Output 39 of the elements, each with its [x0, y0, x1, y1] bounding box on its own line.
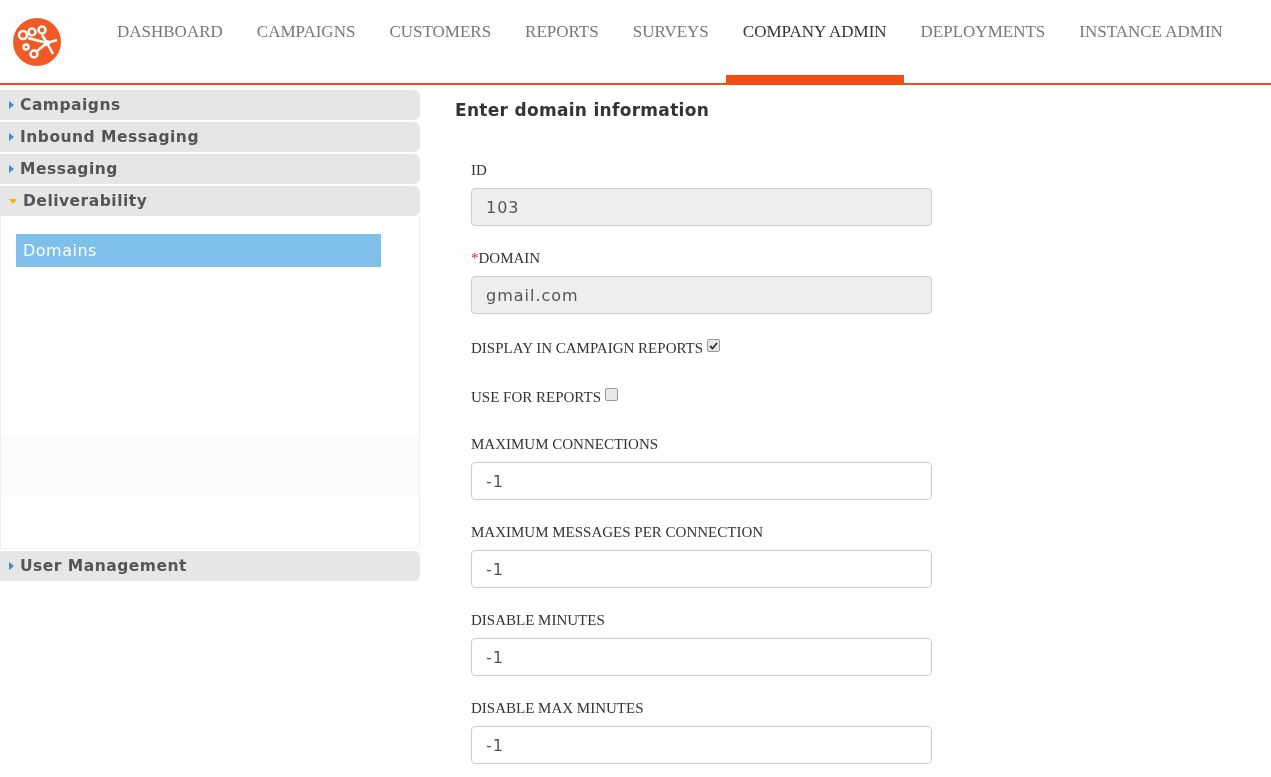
nav-tab[interactable]: CAMPAIGNS: [239, 0, 373, 83]
nav-tab[interactable]: DEPLOYMENTS: [903, 0, 1063, 83]
checkbox[interactable]: [707, 339, 721, 352]
field-label: DISABLE MINUTES: [471, 612, 606, 629]
field-label: MAXIMUM MESSAGES PER CONNECTION: [471, 524, 765, 541]
sidebar-section-header[interactable]: Messaging: [0, 154, 420, 184]
caret-down-icon: [9, 198, 17, 204]
input-field[interactable]: -1: [471, 462, 932, 500]
checkbox-label: USE FOR REPORTS: [471, 389, 601, 406]
input-field[interactable]: -1: [471, 550, 932, 588]
nav-tab[interactable]: CUSTOMERS: [372, 0, 509, 83]
caret-right-icon: [9, 101, 14, 109]
caret-right-icon: [9, 133, 14, 141]
field-label: *DOMAIN: [471, 250, 542, 267]
sidebar-section-header[interactable]: User Management: [0, 551, 420, 581]
checkbox-label: DISPLAY IN CAMPAIGN REPORTS: [471, 340, 704, 357]
checkbox[interactable]: [604, 388, 618, 401]
sidebar-section-header[interactable]: Deliverability: [0, 186, 420, 216]
input-field[interactable]: -1: [471, 726, 932, 764]
nav-tab[interactable]: SURVEYS: [615, 0, 726, 83]
field-label: MAXIMUM CONNECTIONS: [471, 436, 660, 453]
caret-right-icon: [9, 562, 14, 570]
section-title: Deliverability: [23, 192, 148, 210]
form-title: Enter domain information: [455, 100, 711, 120]
sidebar-section-header[interactable]: Inbound Messaging: [0, 122, 420, 152]
sidebar-section-header[interactable]: Campaigns: [0, 90, 420, 120]
section-title: Campaigns: [20, 96, 121, 114]
field-label: ID: [471, 162, 488, 179]
section-title: User Management: [20, 557, 187, 575]
field-label: DISABLE MAX MINUTES: [471, 700, 645, 717]
logo-icon: [13, 17, 61, 66]
nav-tab[interactable]: REPORTS: [508, 0, 616, 83]
section-title: Messaging: [20, 160, 118, 178]
nav-tab[interactable]: COMPANY ADMIN: [725, 0, 904, 83]
nav-tab[interactable]: DASHBOARD: [100, 0, 240, 83]
caret-right-icon: [9, 165, 14, 173]
section-title: Inbound Messaging: [20, 128, 199, 146]
input-field[interactable]: -1: [471, 638, 932, 676]
nav-tab[interactable]: INSTANCE ADMIN: [1062, 0, 1240, 83]
